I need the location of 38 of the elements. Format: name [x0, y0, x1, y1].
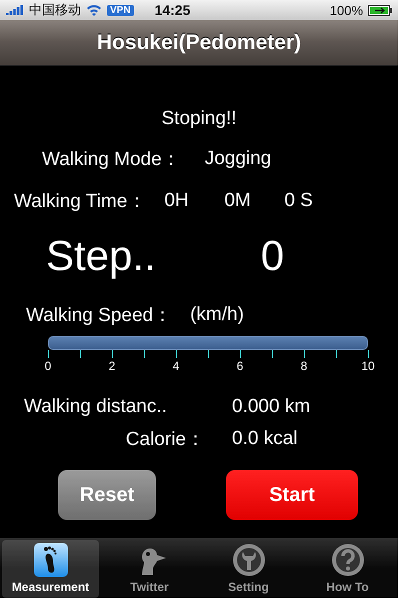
scale-label: 8: [300, 359, 308, 373]
seconds-value: 0 S: [284, 190, 313, 212]
calorie-label: Calorie：: [124, 428, 205, 452]
battery-icon: [368, 4, 392, 16]
scale-label: 10: [361, 359, 375, 373]
mode-label: Walking Mode：: [42, 148, 181, 172]
tab[interactable]: Measurement: [2, 540, 99, 598]
time-label: Walking Time：: [14, 190, 146, 214]
hours-value: 0H: [164, 190, 190, 212]
minutes-value: 0M: [224, 190, 252, 212]
scale-label: 6: [236, 359, 244, 373]
distance-label: Walking distanc..: [23, 396, 168, 418]
scale-label: 4: [172, 359, 180, 373]
step-count: 0: [260, 232, 284, 280]
scale-label: 0: [44, 359, 52, 373]
clock: 14:25: [154, 2, 190, 18]
distance-value: 0.000 km: [232, 396, 310, 418]
footprint-icon: [32, 542, 68, 578]
carrier-name: 中国移动: [29, 1, 81, 19]
help-icon: [330, 542, 366, 578]
battery-percent: 100%: [330, 2, 363, 18]
speed-unit: (km/h): [190, 304, 244, 326]
start-button[interactable]: Start: [226, 470, 358, 520]
mode-value: Jogging: [204, 148, 272, 170]
step-label: Step..: [46, 232, 156, 280]
calorie-value: 0.0 kcal: [232, 428, 298, 450]
vpn-badge: VPN: [107, 4, 134, 16]
tab[interactable]: Setting: [200, 540, 297, 598]
tab[interactable]: How To: [299, 540, 396, 598]
wifi-icon: [86, 4, 102, 16]
status-text: Stoping!!: [162, 108, 236, 130]
signal-icon: [6, 5, 24, 15]
scale-label: 2: [108, 359, 116, 373]
screen-title: Hosukei(Pedometer): [96, 30, 302, 54]
wrench-icon: [230, 542, 266, 578]
tab[interactable]: Twitter: [101, 540, 198, 598]
reset-button[interactable]: Reset: [58, 470, 156, 520]
speed-label: Walking Speed：: [26, 304, 172, 328]
